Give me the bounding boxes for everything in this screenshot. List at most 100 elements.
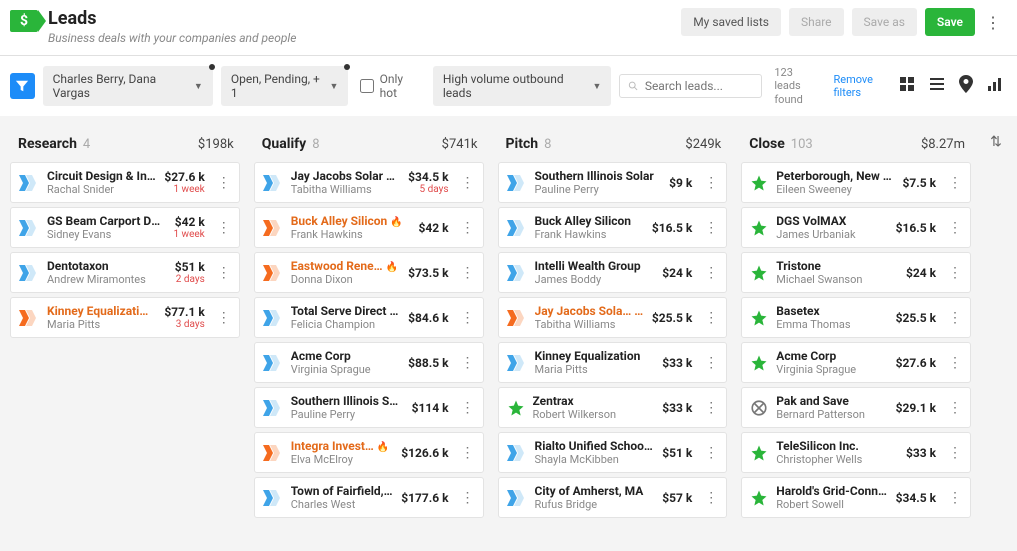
card-more-icon[interactable]: ⋮ [700,490,722,506]
card-right: $42 k1 week [173,215,204,240]
lead-card[interactable]: Jay Jacobs Solar Ce…Tabitha Williams$34.… [254,162,484,203]
share-button[interactable]: Share [789,8,844,36]
card-text: BasetexEmma Thomas [776,304,887,331]
save-as-button[interactable]: Save as [852,8,917,36]
lead-card[interactable]: Southern Illinois SolarPauline Perry$9 k… [498,162,728,203]
card-more-icon[interactable]: ⋮ [944,265,966,281]
lead-card[interactable]: Rialto Unified School …Shayla McKibben$5… [498,432,728,473]
search-input[interactable] [645,79,754,93]
card-right: $25.5 k [896,311,936,325]
lead-card[interactable]: Kinney Equalizati… 🔥Maria Pitts$77.1 k3 … [10,297,240,338]
card-more-icon[interactable]: ⋮ [700,445,722,461]
lead-card[interactable]: Acme CorpVirginia Sprague$88.5 k⋮ [254,342,484,383]
lead-card[interactable]: Acme CorpVirginia Sprague$27.6 k⋮ [741,342,971,383]
card-more-icon[interactable]: ⋮ [944,490,966,506]
only-hot-checkbox[interactable] [360,79,373,93]
card-more-icon[interactable]: ⋮ [213,175,235,191]
card-more-icon[interactable]: ⋮ [457,355,479,371]
lead-card[interactable]: Southern Illinois SolarPauline Perry$114… [254,387,484,428]
card-more-icon[interactable]: ⋮ [457,220,479,236]
stage-chevron-icon [263,265,283,281]
lead-card[interactable]: Integra Invest… 🔥Elva McElroy$126.6 k⋮ [254,432,484,473]
view-map-icon[interactable] [959,75,973,97]
search-box[interactable] [619,74,762,98]
card-more-icon[interactable]: ⋮ [944,310,966,326]
column-total: $8.27m [921,137,965,152]
card-more-icon[interactable]: ⋮ [700,355,722,371]
lead-card[interactable]: TeleSilicon Inc.Christopher Wells$33 k⋮ [741,432,971,473]
lead-card[interactable]: Town of Fairfield, …Charles West$177.6 k… [254,477,484,518]
remove-filters-link[interactable]: Remove filters [827,73,873,99]
filter-people-dropdown[interactable]: Charles Berry, Dana Vargas ▼ [43,66,213,106]
chevron-down-icon: ▼ [592,81,601,92]
card-more-icon[interactable]: ⋮ [700,265,722,281]
card-more-icon[interactable]: ⋮ [457,490,479,506]
view-chart-icon[interactable] [987,76,1003,96]
card-title: Dentotaxon [47,259,167,273]
card-title: Town of Fairfield, … [291,484,393,498]
lead-card[interactable]: Eastwood Rene… 🔥Donna Dixon$73.5 k⋮ [254,252,484,293]
kanban-board: Research4$198kCircuit Design & Inst…Rach… [0,122,1017,551]
card-value: $33 k [662,356,692,370]
column-close: Close103$8.27mPeterborough, New …Eileen … [737,128,975,551]
card-more-icon[interactable]: ⋮ [944,355,966,371]
lead-card[interactable]: Intelli Wealth GroupJames Boddy$24 k⋮ [498,252,728,293]
card-more-icon[interactable]: ⋮ [213,310,235,326]
sort-icon[interactable]: ⇅ [990,134,1002,150]
lead-card[interactable]: Buck Alley SiliconFrank Hawkins$16.5 k⋮ [498,207,728,248]
card-more-icon[interactable]: ⋮ [457,265,479,281]
filter-source-dropdown[interactable]: High volume outbound leads ▼ [433,66,612,106]
card-text: ZentraxRobert Wilkerson [533,394,655,421]
card-more-icon[interactable]: ⋮ [457,310,479,326]
card-more-icon[interactable]: ⋮ [457,400,479,416]
card-more-icon[interactable]: ⋮ [700,310,722,326]
lead-card[interactable]: DentotaxonAndrew Miramontes$51 k2 days⋮ [10,252,240,293]
lead-card[interactable]: BasetexEmma Thomas $25.5 k ⋮ [741,297,971,338]
card-age: 3 days [164,319,204,330]
only-hot-toggle[interactable]: Only hot [356,72,424,100]
lead-card[interactable]: GS Beam Carport Desi…Sidney Evans$42 k1 … [10,207,240,248]
card-text: Jay Jacobs Solar Ce…Tabitha Williams [291,169,400,196]
card-more-icon[interactable]: ⋮ [944,400,966,416]
filter-icon[interactable] [10,73,35,99]
view-grid-icon[interactable] [899,76,915,96]
lead-card[interactable]: DGS VolMAXJames Urbaniak$16.5 k⋮ [741,207,971,248]
card-title: Southern Illinois Solar [535,169,662,183]
lead-card[interactable]: Pak and SaveBernard Patterson$29.1 k⋮ [741,387,971,428]
card-more-icon[interactable]: ⋮ [944,220,966,236]
card-value: $51 k [175,260,205,274]
column-count: 8 [312,137,319,152]
card-more-icon[interactable]: ⋮ [457,175,479,191]
card-more-icon[interactable]: ⋮ [213,265,235,281]
card-text: TeleSilicon Inc.Christopher Wells [776,439,898,466]
lead-card[interactable]: TristoneMichael Swanson$24 k⋮ [741,252,971,293]
save-button[interactable]: Save [925,8,975,36]
column-total: $249k [685,137,721,152]
lead-card[interactable]: Jay Jacobs Sola… 🔥Tabitha Williams$25.5 … [498,297,728,338]
lead-card[interactable]: ZentraxRobert Wilkerson$33 k⋮ [498,387,728,428]
star-icon [750,174,768,192]
card-more-icon[interactable]: ⋮ [944,445,966,461]
card-more-icon[interactable]: ⋮ [944,175,966,191]
lead-card[interactable]: Circuit Design & Inst…Rachal Snider$27.6… [10,162,240,203]
lead-card[interactable]: Kinney EqualizationMaria Pitts$33 k⋮ [498,342,728,383]
lead-card[interactable]: City of Amherst, MARufus Bridge$57 k⋮ [498,477,728,518]
card-subtitle: Maria Pitts [47,318,156,331]
lead-card[interactable]: Total Serve Direct C…Felicia Champion$84… [254,297,484,338]
stage-chevron-icon [263,220,283,236]
card-more-icon[interactable]: ⋮ [213,220,235,236]
card-more-icon[interactable]: ⋮ [700,400,722,416]
card-text: Circuit Design & Inst…Rachal Snider [47,169,156,196]
lead-card[interactable]: Harold's Grid-Conn…Robert Sowell$34.5 k⋮ [741,477,971,518]
filter-status-dropdown[interactable]: Open, Pending, + 1 ▼ [221,66,349,106]
lead-card[interactable]: Buck Alley Silicon 🔥Frank Hawkins$42 k⋮ [254,207,484,248]
card-value: $27.6 k [896,356,936,370]
view-list-icon[interactable] [929,76,945,96]
card-more-icon[interactable]: ⋮ [457,445,479,461]
my-saved-lists-button[interactable]: My saved lists [681,8,781,36]
header-more-icon[interactable]: ⋮ [983,13,1003,32]
card-more-icon[interactable]: ⋮ [700,220,722,236]
lead-card[interactable]: Peterborough, New …Eileen Sweeney$7.5 k⋮ [741,162,971,203]
card-more-icon[interactable]: ⋮ [700,175,722,191]
card-value: $9 k [669,176,692,190]
